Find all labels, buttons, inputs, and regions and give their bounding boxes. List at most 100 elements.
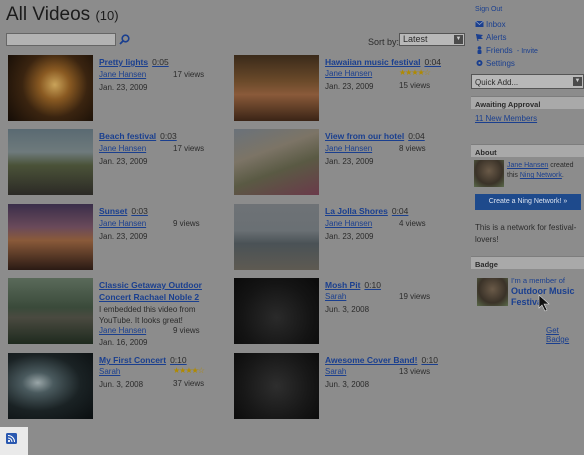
get-badge-link[interactable]: Get Badge (546, 326, 584, 344)
chevron-down-icon: ▼ (573, 77, 582, 86)
invite-link[interactable]: - Invite (517, 48, 538, 55)
video-date: Jan. 23, 2009 (325, 157, 374, 166)
video-author[interactable]: Sarah (325, 367, 346, 376)
video-thumbnail[interactable] (8, 278, 93, 344)
video-date: Jun. 3, 2008 (99, 380, 144, 389)
video-duration: 0:04 (424, 57, 441, 67)
video-duration: 0:10 (421, 355, 438, 365)
video-title[interactable]: La Jolla Shores 0:04 (325, 206, 408, 216)
video-views: 17 views (173, 144, 205, 153)
sidebar-item-settings[interactable]: Settings (475, 59, 515, 68)
video-author[interactable]: Jane Hansen (325, 219, 372, 228)
video-thumbnail[interactable] (234, 204, 319, 270)
mouse-cursor-icon (538, 294, 550, 312)
video-title[interactable]: Hawaiian music festival 0:04 (325, 57, 441, 67)
quick-add-select[interactable]: Quick Add... ▼ (471, 74, 584, 89)
sign-out-link[interactable]: Sign Out (475, 6, 502, 13)
gear-icon (476, 60, 483, 66)
video-author[interactable]: Jane Hansen (325, 69, 372, 78)
video-title[interactable]: Pretty lights 0:05 (99, 57, 169, 67)
video-views: 9 views (173, 219, 200, 228)
video-author[interactable]: Jane Hansen (99, 219, 146, 228)
about-heading: About (471, 144, 584, 157)
video-duration: 0:03 (131, 206, 148, 216)
video-title[interactable]: My First Concert 0:10 (99, 355, 187, 365)
rss-feed-area[interactable] (0, 427, 28, 455)
video-item: Sunset 0:03 Jane Hansen 9 views Jan. 23, … (8, 204, 228, 270)
video-title[interactable]: Sunset 0:03 (99, 206, 148, 216)
video-thumbnail[interactable] (8, 55, 93, 121)
search-input[interactable] (6, 33, 116, 46)
about-user-link[interactable]: Jane Hansen (507, 162, 548, 169)
page-title-text: All Videos (6, 4, 91, 25)
person-icon (477, 46, 482, 54)
video-author[interactable]: Jane Hansen (99, 326, 146, 335)
sidebar: Sign Out Inbox Alerts Friends - Invite S… (471, 0, 584, 455)
video-date: Jan. 23, 2009 (99, 232, 148, 241)
video-thumbnail[interactable] (234, 55, 319, 121)
video-title[interactable]: Mosh Pit 0:10 (325, 280, 381, 290)
video-item: Beach festival 0:03 Jane Hansen 17 views … (8, 129, 228, 195)
video-author[interactable]: Sarah (99, 367, 120, 376)
quick-add-value: Quick Add... (475, 78, 519, 87)
sort-label: Sort by: (368, 37, 400, 47)
rating-stars: ★★★★☆ (173, 366, 205, 375)
badge-avatar (477, 278, 508, 306)
video-views: 19 views (399, 292, 431, 301)
sidebar-item-alerts[interactable]: Alerts (475, 33, 506, 42)
video-count: (10) (95, 8, 119, 23)
video-item: View from our hotel 0:04 Jane Hansen 8 vi… (234, 129, 454, 195)
badge-heading: Badge (471, 256, 584, 269)
video-author[interactable]: Jane Hansen (99, 144, 146, 153)
video-item: Awesome Cover Band! 0:10 Sarah 13 views J… (234, 353, 454, 419)
sort-select-value: Latest (403, 34, 428, 44)
badge-line1: I'm a member of (511, 276, 565, 285)
video-views: 9 views (173, 326, 200, 335)
video-views: 13 views (399, 367, 431, 376)
new-members-link[interactable]: 11 New Members (475, 114, 537, 123)
page-title: All Videos (10) (6, 4, 119, 26)
video-author[interactable]: Sarah (325, 292, 346, 301)
video-thumbnail[interactable] (8, 353, 93, 419)
video-title[interactable]: Beach festival 0:03 (99, 131, 177, 141)
chevron-down-icon: ▼ (454, 35, 463, 44)
rss-icon[interactable] (6, 433, 17, 444)
sort-select[interactable]: Latest ▼ (399, 33, 465, 46)
video-title[interactable]: View from our hotel 0:04 (325, 131, 425, 141)
video-author[interactable]: Jane Hansen (325, 144, 372, 153)
flag-icon (476, 33, 483, 41)
video-duration: 0:04 (408, 131, 425, 141)
video-views: 4 views (399, 219, 426, 228)
video-title[interactable]: Awesome Cover Band! 0:10 (325, 355, 438, 365)
search-icon[interactable] (119, 34, 130, 45)
video-description: I embedded this video from YouTube. It l… (99, 305, 196, 325)
video-duration: 0:10 (170, 355, 187, 365)
video-item: Pretty lights 0:05 Jane Hansen 17 views J… (8, 55, 228, 121)
video-title-line2[interactable]: Concert Rachael Noble 2 (99, 292, 199, 302)
video-date: Jan. 16, 2009 (99, 338, 148, 347)
member-badge[interactable]: I'm a member of Outdoor Music Festival (474, 276, 579, 310)
create-network-button[interactable]: Create a Ning Network! » (475, 194, 581, 210)
video-views: 17 views (173, 70, 205, 79)
video-duration: 0:03 (160, 131, 177, 141)
about-network-link[interactable]: Ning Network (520, 172, 562, 179)
video-views: 15 views (399, 81, 431, 90)
video-thumbnail[interactable] (234, 278, 319, 344)
video-date: Jan. 23, 2009 (99, 157, 148, 166)
video-thumbnail[interactable] (8, 129, 93, 195)
video-thumbnail[interactable] (8, 204, 93, 270)
video-author[interactable]: Jane Hansen (99, 70, 146, 79)
sidebar-item-inbox[interactable]: Inbox (475, 20, 506, 29)
video-thumbnail[interactable] (234, 129, 319, 195)
video-item: My First Concert 0:10 Sarah ★★★★☆ 37 view… (8, 353, 228, 419)
video-item: La Jolla Shores 0:04 Jane Hansen 4 views … (234, 204, 454, 270)
avatar[interactable] (474, 160, 504, 187)
video-thumbnail[interactable] (234, 353, 319, 419)
video-title[interactable]: Classic Getaway Outdoor (99, 280, 202, 290)
video-duration: 0:10 (364, 280, 381, 290)
video-views: 37 views (173, 379, 205, 388)
video-date: Jan. 23, 2009 (325, 232, 374, 241)
video-date: Jan. 23, 2009 (325, 82, 374, 91)
sidebar-item-friends[interactable]: Friends - Invite (475, 46, 538, 55)
video-item: Mosh Pit 0:10 Sarah 19 views Jun. 3, 2008 (234, 278, 454, 344)
